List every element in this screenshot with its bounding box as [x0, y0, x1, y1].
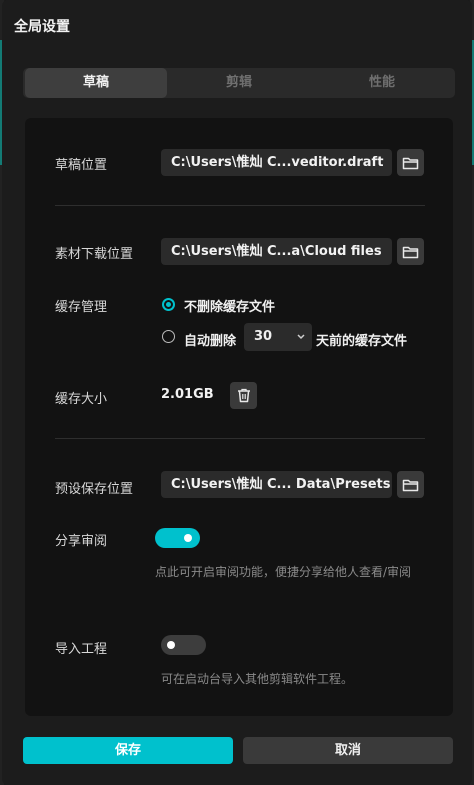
draft-location-label: 草稿位置 — [55, 158, 108, 173]
dialog-title: 全局设置 — [14, 19, 70, 35]
radio-auto-delete-label: 自动删除 — [184, 334, 237, 349]
trash-icon — [237, 388, 250, 403]
preset-location-field[interactable]: C:\Users\惟灿 C... Data\Presets — [161, 471, 392, 498]
radio-keep-cache-label: 不删除缓存文件 — [184, 300, 276, 315]
tab-performance[interactable]: 性能 — [311, 68, 453, 98]
save-button[interactable]: 保存 — [23, 737, 233, 764]
folder-icon — [402, 246, 419, 258]
folder-icon — [402, 479, 419, 491]
folder-icon — [402, 157, 419, 169]
cache-size-value: 2.01GB — [161, 387, 214, 402]
days-select-value: 30 — [254, 329, 273, 344]
share-review-label: 分享审阅 — [55, 534, 108, 549]
global-settings-dialog: 全局设置 草稿 剪辑 性能 草稿位置 C:\Users\惟灿 C...vedit… — [2, 0, 472, 785]
cache-size-label: 缓存大小 — [55, 392, 108, 407]
draft-location-browse-button[interactable] — [397, 149, 424, 176]
import-project-hint: 可在启动台导入其他剪辑软件工程。 — [161, 672, 354, 686]
share-review-hint: 点此可开启审阅功能，便捷分享给他人查看/审阅 — [155, 565, 412, 579]
toggle-knob — [167, 641, 175, 649]
material-location-label: 素材下载位置 — [55, 247, 134, 262]
toggle-knob — [184, 534, 192, 542]
tab-edit[interactable]: 剪辑 — [168, 68, 310, 98]
draft-location-field[interactable]: C:\Users\惟灿 C...veditor.draft — [161, 149, 392, 176]
tab-draft[interactable]: 草稿 — [25, 68, 167, 98]
share-review-toggle[interactable] — [155, 528, 200, 548]
settings-tabbar: 草稿 剪辑 性能 — [23, 68, 455, 98]
cancel-button[interactable]: 取消 — [243, 737, 453, 764]
chevron-down-icon — [296, 323, 306, 362]
import-project-toggle[interactable] — [161, 635, 206, 655]
divider — [55, 205, 425, 206]
clear-cache-button[interactable] — [230, 382, 257, 409]
divider — [55, 438, 425, 439]
auto-delete-suffix-label: 天前的缓存文件 — [316, 334, 408, 349]
settings-panel: 草稿位置 C:\Users\惟灿 C...veditor.draft 素材下载位… — [25, 118, 453, 716]
cache-management-label: 缓存管理 — [55, 300, 108, 315]
preset-location-browse-button[interactable] — [397, 471, 424, 498]
preset-location-label: 预设保存位置 — [55, 482, 134, 497]
material-location-field[interactable]: C:\Users\惟灿 C...a\Cloud files — [161, 238, 392, 265]
days-select[interactable]: 30 — [244, 323, 312, 351]
import-project-label: 导入工程 — [55, 642, 108, 657]
material-location-browse-button[interactable] — [397, 238, 424, 265]
radio-keep-cache[interactable] — [162, 298, 175, 311]
radio-auto-delete[interactable] — [162, 330, 175, 343]
